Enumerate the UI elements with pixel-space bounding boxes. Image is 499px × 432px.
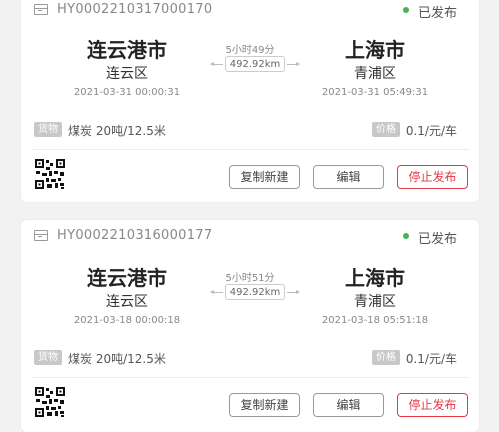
trip-distance: 492.92km [210, 56, 300, 72]
destination-city: 上海市 [345, 38, 405, 62]
order-card[interactable]: HY0002210316000177 已发布 连云港市 连云区 2021-03-… [21, 220, 479, 432]
origin-city: 连云港市 [87, 266, 167, 290]
arrow-left-icon [210, 290, 223, 294]
copy-new-button[interactable]: 复制新建 [229, 393, 300, 417]
cargo-info: 煤炭 20吨/12.5米 [68, 352, 166, 366]
arrow-right-icon [287, 290, 300, 294]
price-tag: 价格 [372, 350, 400, 365]
document-icon [34, 4, 48, 15]
status-dot-icon [403, 7, 409, 13]
distance-value: 492.92km [229, 287, 281, 298]
stop-publish-button[interactable]: 停止发布 [397, 393, 468, 417]
stop-publish-button[interactable]: 停止发布 [397, 165, 468, 189]
arrow-right-icon [287, 62, 300, 66]
order-card[interactable]: HY0002210317000170 已发布 连云港市 连云区 2021-03-… [21, 0, 479, 202]
departure-time: 2021-03-18 00:00:18 [73, 315, 181, 326]
document-icon [34, 230, 48, 241]
edit-button[interactable]: 编辑 [313, 165, 384, 189]
arrow-left-icon [210, 62, 223, 66]
order-number: HY0002210317000170 [57, 2, 213, 17]
qr-code-icon[interactable] [35, 387, 65, 417]
destination-city: 上海市 [345, 266, 405, 290]
destination-district: 青浦区 [354, 294, 396, 310]
order-header: HY0002210316000177 已发布 [21, 220, 479, 254]
status-badge: 已发布 [417, 232, 457, 247]
origin-district: 连云区 [106, 294, 148, 310]
divider [31, 377, 469, 378]
trip-duration: 5小时51分 [225, 273, 275, 284]
price-info: 0.1/元/车 [405, 352, 457, 366]
status-badge: 已发布 [417, 6, 457, 21]
distance-value: 492.92km [229, 59, 281, 70]
cargo-tag: 货物 [34, 122, 62, 137]
order-header: HY0002210317000170 已发布 [21, 0, 479, 28]
status-dot-icon [403, 233, 409, 239]
edit-button[interactable]: 编辑 [313, 393, 384, 417]
arrival-time: 2021-03-18 05:51:18 [321, 315, 429, 326]
cargo-tag: 货物 [34, 350, 62, 365]
divider [31, 149, 469, 150]
cargo-info: 煤炭 20吨/12.5米 [68, 124, 166, 138]
destination-district: 青浦区 [354, 66, 396, 82]
price-tag: 价格 [372, 122, 400, 137]
origin-city: 连云港市 [87, 38, 167, 62]
origin-district: 连云区 [106, 66, 148, 82]
order-number: HY0002210316000177 [57, 228, 213, 243]
price-info: 0.1/元/车 [405, 124, 457, 138]
trip-duration: 5小时49分 [225, 45, 275, 56]
qr-code-icon[interactable] [35, 159, 65, 189]
departure-time: 2021-03-31 00:00:31 [73, 87, 181, 98]
arrival-time: 2021-03-31 05:49:31 [321, 87, 429, 98]
trip-distance: 492.92km [210, 284, 300, 300]
copy-new-button[interactable]: 复制新建 [229, 165, 300, 189]
